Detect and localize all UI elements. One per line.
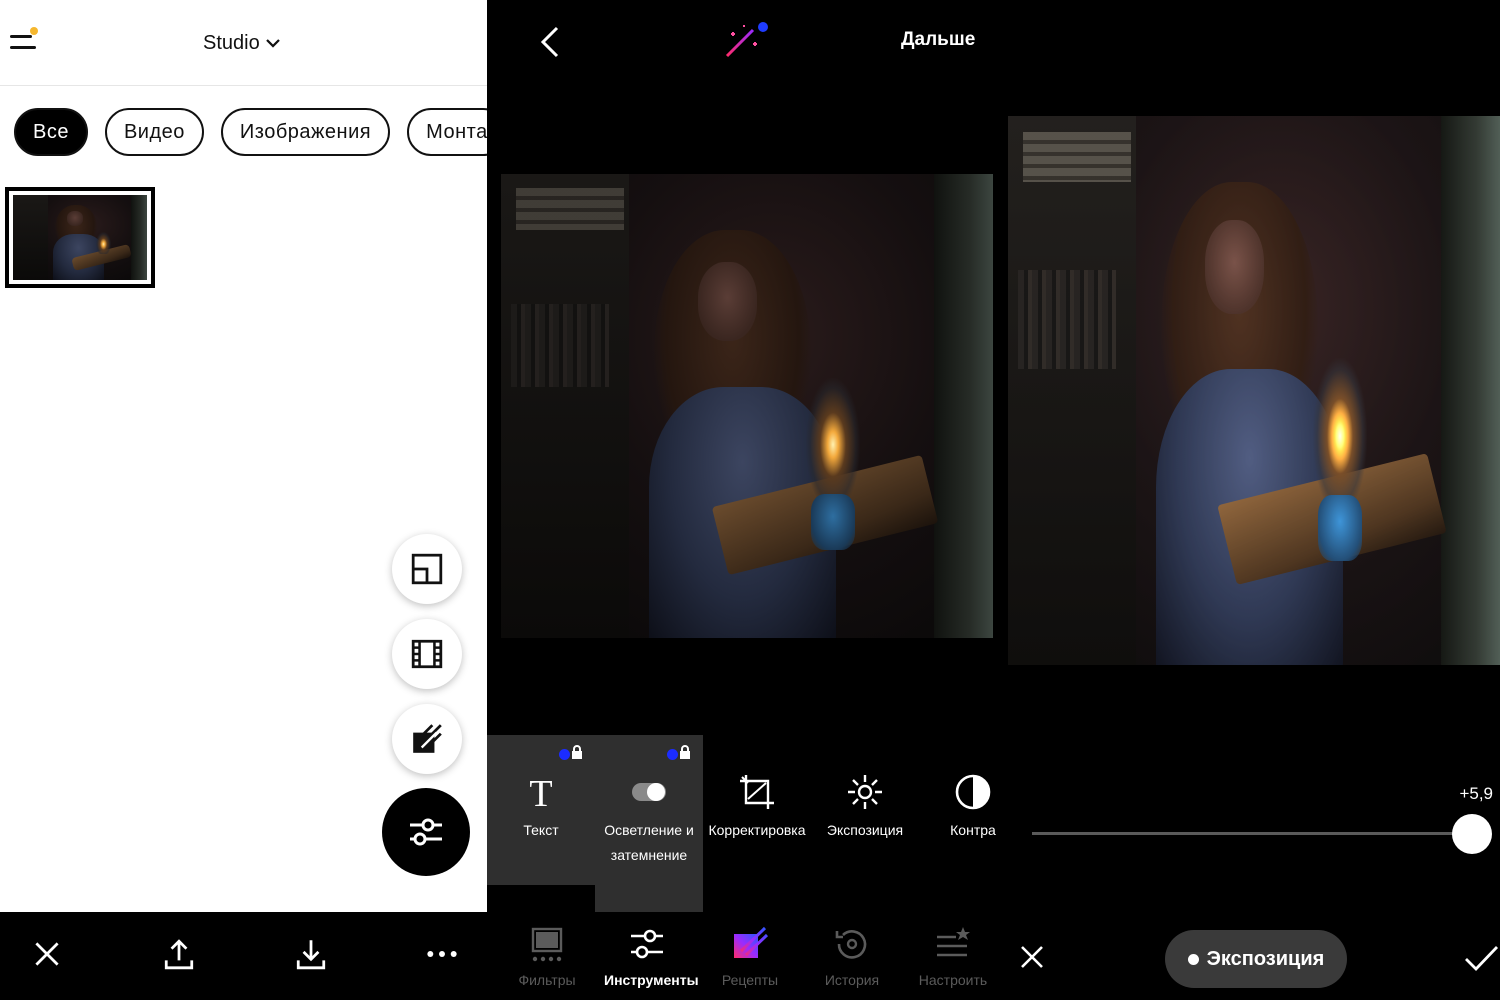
tool-contrast[interactable]: Контра [919, 770, 1003, 843]
nav-label: История [824, 972, 880, 988]
chip-montage[interactable]: Монта [407, 108, 487, 156]
close-icon [35, 942, 59, 966]
history-icon [835, 930, 867, 959]
svg-text:T: T [529, 773, 552, 811]
nav-history[interactable]: История [800, 920, 904, 993]
nav-label: Фильтры [518, 972, 576, 988]
tool-adjust[interactable]: Корректировка [703, 770, 811, 843]
download-button[interactable] [291, 934, 331, 974]
studio-header: Studio [0, 0, 487, 86]
exposure-slider-thumb[interactable] [1452, 814, 1492, 854]
studio-panel: Studio Все Видео Изображения Монта [0, 0, 487, 1000]
contrast-icon [955, 774, 991, 810]
filter-chips: Все Видео Изображения Монта [14, 108, 487, 156]
active-dot [1187, 953, 1199, 965]
tool-dodge-burn[interactable]: Осветление и затемнение [595, 770, 703, 868]
edit-fab-button[interactable] [382, 788, 470, 876]
nav-active-underlay [595, 885, 703, 912]
close-button[interactable] [27, 934, 67, 974]
customize-icon [937, 927, 970, 957]
nav-tools[interactable]: Инструменты [595, 920, 699, 993]
exposure-pill-label: Экспозиция [1206, 947, 1325, 970]
tool-label: Контра [950, 822, 996, 838]
collage-icon [411, 553, 443, 585]
exposure-pill[interactable]: Экспозиция [1165, 930, 1347, 988]
filters-icon [531, 927, 563, 962]
chip-all[interactable]: Все [14, 108, 88, 156]
video-button[interactable] [392, 619, 462, 689]
tool-label: Экспозиция [826, 822, 904, 838]
collage-button[interactable] [392, 534, 462, 604]
film-icon [411, 639, 443, 669]
tool-label: Текст [523, 822, 559, 838]
tool-label: Корректировка [708, 822, 806, 838]
studio-bottom-bar [0, 912, 487, 1000]
tool-label: Осветление и затемнение [604, 822, 694, 863]
draw-icon [413, 724, 442, 753]
back-icon[interactable] [535, 24, 565, 60]
sliders-icon [410, 818, 442, 846]
studio-title: Studio [203, 31, 260, 54]
nav-filters[interactable]: Фильтры [495, 920, 599, 993]
chip-video[interactable]: Видео [104, 108, 204, 156]
premium-lock-badge [667, 745, 691, 761]
gallery-thumbnail[interactable] [5, 187, 155, 288]
exposure-panel: +5,9 Экспозиция [1003, 0, 1500, 1000]
next-button[interactable]: Дальше [901, 29, 975, 51]
close-icon[interactable] [1017, 942, 1047, 972]
editor-photo [501, 174, 993, 638]
more-button[interactable] [422, 934, 462, 974]
editor-bottom-nav: Фильтры Инструменты Рецепты История Наст… [487, 912, 1003, 1000]
chip-images[interactable]: Изображения [220, 108, 391, 156]
nav-recipes[interactable]: Рецепты [698, 920, 802, 993]
magic-wand-icon[interactable] [723, 20, 769, 60]
share-button[interactable] [159, 934, 199, 974]
dodge-burn-icon [632, 783, 666, 801]
nav-customize[interactable]: Настроить [901, 920, 1003, 993]
editor-panel: Дальше T Текст Осветление и затемнение К… [487, 0, 1003, 1000]
draw-button[interactable] [392, 704, 462, 774]
chevron-down-icon [265, 39, 280, 48]
exposure-photo [1008, 116, 1500, 665]
nav-label: Рецепты [721, 972, 779, 988]
sun-icon [848, 775, 882, 809]
tool-exposure[interactable]: Экспозиция [811, 770, 919, 843]
studio-title-dropdown[interactable]: Studio [203, 29, 282, 57]
crop-adjust-icon [740, 775, 774, 809]
download-icon [296, 940, 326, 970]
premium-lock-badge [559, 745, 583, 761]
tool-text[interactable]: T Текст [487, 770, 595, 843]
menu-icon[interactable] [8, 26, 42, 56]
more-icon [427, 951, 457, 957]
nav-label: Настроить [918, 972, 988, 988]
share-icon [164, 939, 194, 970]
lock-icon [572, 745, 582, 759]
text-icon: T [529, 773, 552, 811]
check-icon[interactable] [1463, 940, 1499, 976]
thumbnail-image [13, 195, 147, 280]
lock-icon [680, 745, 690, 759]
exposure-slider-track[interactable] [1032, 832, 1472, 835]
tools-icon [631, 929, 663, 959]
exposure-value: +5,9 [1459, 784, 1493, 803]
nav-label: Инструменты [604, 972, 699, 988]
recipes-icon [734, 926, 769, 958]
